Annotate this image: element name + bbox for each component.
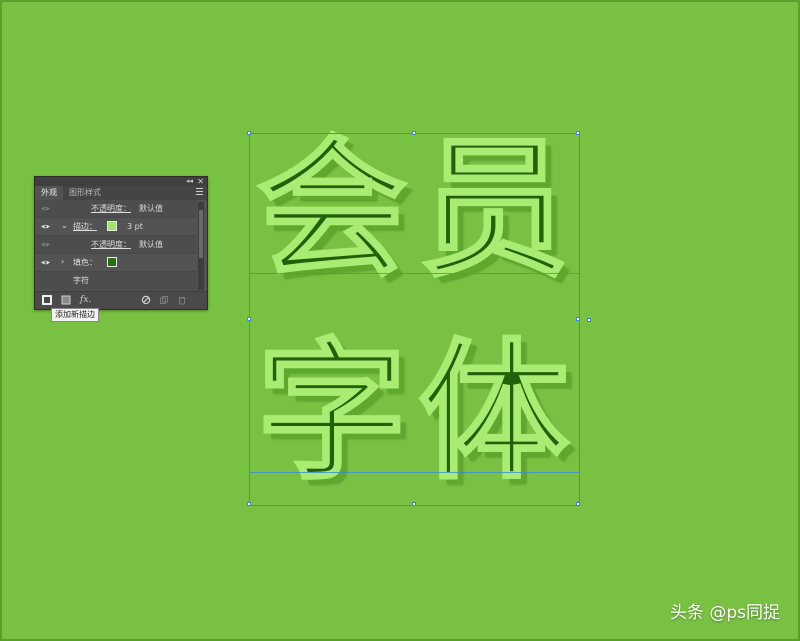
resize-handle[interactable] [247, 131, 251, 135]
panel-scrollbar[interactable] [198, 202, 204, 290]
characters-label: 字符 [73, 276, 89, 285]
close-icon[interactable]: ✕ [197, 177, 204, 186]
duplicate-item-icon[interactable] [159, 295, 169, 305]
resize-handle[interactable] [576, 502, 580, 506]
resize-handle[interactable] [247, 502, 251, 506]
fill-swatch[interactable] [107, 257, 117, 267]
scrollbar-thumb[interactable] [199, 210, 203, 258]
list-item-characters[interactable]: 字符 [35, 272, 197, 290]
fill-label[interactable]: 填色： [73, 254, 97, 271]
panel-tabs: 外观 图形样式 [35, 186, 207, 200]
opacity-value-top: 默认值 [139, 204, 163, 213]
list-item-stroke[interactable]: ⌄ 描边： 3 pt [35, 218, 197, 236]
panel-bottom-toolbar: fx. [35, 291, 207, 309]
resize-handle[interactable] [576, 131, 580, 135]
stroke-swatch[interactable] [107, 221, 117, 231]
resize-handle[interactable] [576, 317, 580, 321]
list-item-fill[interactable]: › 填色： [35, 254, 197, 272]
stroke-weight[interactable]: 3 pt [127, 218, 143, 235]
add-stroke-icon[interactable] [42, 295, 52, 305]
panel-title-bar[interactable]: ◂◂ ✕ [35, 177, 207, 186]
tab-appearance[interactable]: 外观 [35, 186, 63, 200]
eye-icon[interactable] [41, 260, 50, 265]
eye-icon[interactable] [41, 206, 50, 211]
panel-menu-icon[interactable] [196, 188, 203, 196]
tab-graphic-styles[interactable]: 图形样式 [63, 186, 107, 200]
baseline-guide [249, 273, 580, 274]
chevron-down-icon[interactable]: ⌄ [61, 221, 68, 230]
artboard-canvas[interactable]: ◂◂ ✕ 外观 图形样式 不透明度： 默认值 ⌄ 描边： 3 pt 不透明度： … [0, 0, 800, 641]
opacity-value-mid: 默认值 [139, 240, 163, 249]
center-point-handle[interactable] [587, 318, 591, 322]
clear-appearance-icon[interactable] [141, 295, 151, 305]
add-fill-icon[interactable] [61, 295, 71, 305]
selection-bounding-box[interactable] [249, 133, 580, 506]
opacity-label-top[interactable]: 不透明度： [91, 200, 131, 217]
resize-handle[interactable] [412, 502, 416, 506]
selected-text-artwork[interactable]: 会 员 字 体 [247, 131, 580, 506]
list-item-opacity-top[interactable]: 不透明度： 默认值 [35, 200, 197, 218]
tooltip: 添加新描边 [51, 308, 99, 322]
appearance-panel: ◂◂ ✕ 外观 图形样式 不透明度： 默认值 ⌄ 描边： 3 pt 不透明度： … [34, 176, 208, 310]
resize-handle[interactable] [412, 131, 416, 135]
appearance-list: 不透明度： 默认值 ⌄ 描边： 3 pt 不透明度： 默认值 › 填色： 字符 [35, 200, 197, 290]
delete-item-icon[interactable] [177, 295, 187, 305]
fx-icon[interactable]: fx. [80, 295, 98, 305]
list-item-opacity-mid[interactable]: 不透明度： 默认值 [35, 236, 197, 254]
watermark: 头条 @ps同捉 [669, 603, 780, 623]
chevron-right-icon[interactable]: › [61, 257, 64, 266]
baseline-guide [249, 472, 580, 473]
eye-icon[interactable] [41, 224, 50, 229]
opacity-label-mid[interactable]: 不透明度： [91, 236, 131, 253]
collapse-icon[interactable]: ◂◂ [186, 177, 193, 186]
eye-icon[interactable] [41, 242, 50, 247]
stroke-label[interactable]: 描边： [73, 218, 97, 235]
resize-handle[interactable] [247, 317, 251, 321]
